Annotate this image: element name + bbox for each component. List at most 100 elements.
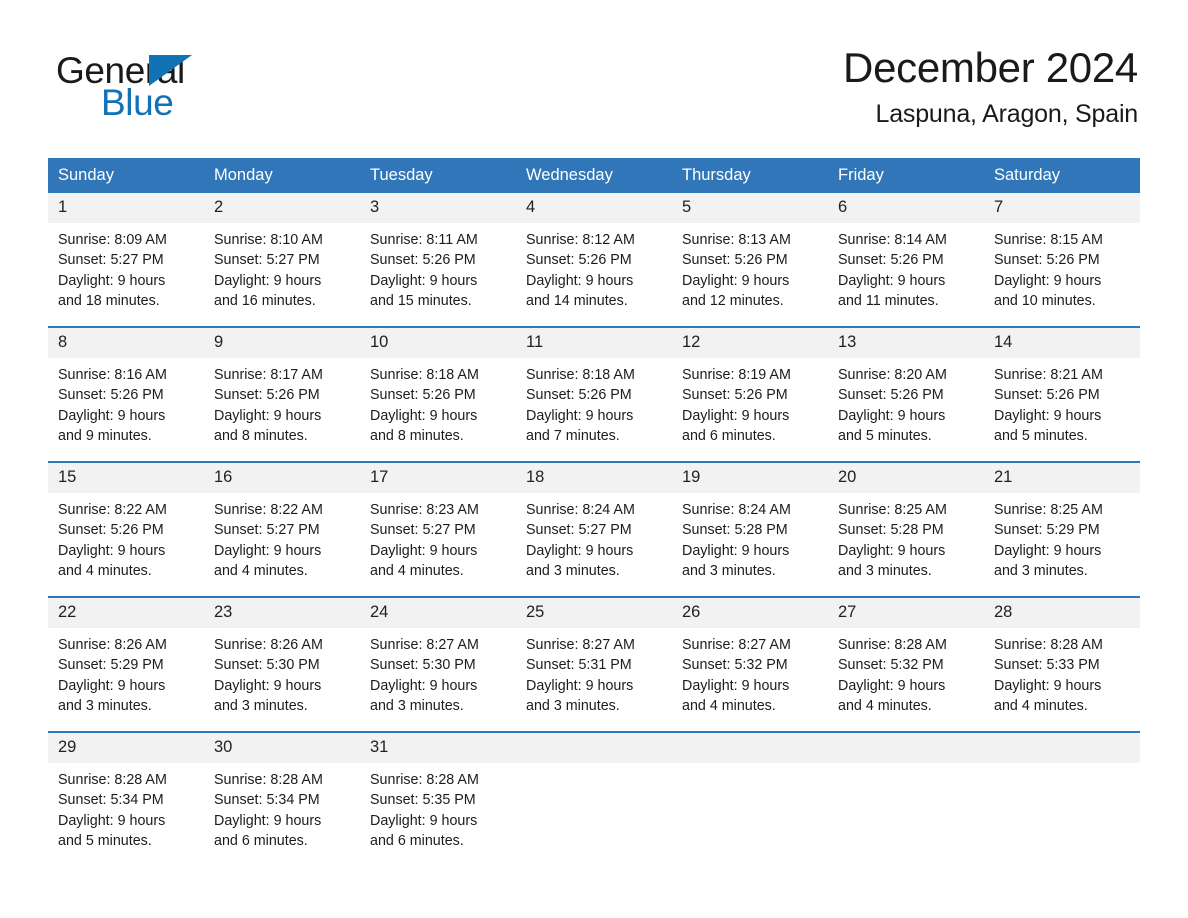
day-number[interactable]: 5 — [672, 193, 828, 223]
day-sunrise-text: Sunrise: 8:28 AM — [838, 637, 947, 653]
day-number[interactable]: 27 — [828, 596, 984, 628]
day-sunset-text: Sunset: 5:31 PM — [526, 657, 632, 674]
day-cell[interactable]: Sunrise: 8:16 AM Sunset: 5:26 PM Daylight:… — [48, 358, 204, 462]
day-number[interactable]: 3 — [360, 193, 516, 223]
day-cell-empty — [672, 763, 828, 866]
day-cell[interactable]: Sunrise: 8:27 AM Sunset: 5:30 PM Daylight:… — [360, 628, 516, 732]
day-cell[interactable]: Sunrise: 8:12 AM Sunset: 5:26 PM Daylight:… — [516, 223, 672, 327]
day-cell[interactable]: Sunrise: 8:14 AM Sunset: 5:26 PM Daylight:… — [828, 223, 984, 327]
day-cell[interactable]: Sunrise: 8:21 AM Sunset: 5:26 PM Daylight:… — [984, 358, 1140, 462]
day-number[interactable]: 1 — [48, 193, 204, 223]
weekday-header-monday: Monday — [204, 158, 360, 193]
day-cell-empty — [516, 763, 672, 866]
day-daylight1-text: Daylight: 9 hours — [58, 677, 166, 694]
day-daylight1-text: Daylight: 9 hours — [214, 677, 322, 694]
calendar-header-row: Sunday Monday Tuesday Wednesday Thursday… — [48, 158, 1140, 193]
day-number[interactable]: 24 — [360, 596, 516, 628]
day-cell[interactable]: Sunrise: 8:28 AM Sunset: 5:32 PM Daylight:… — [828, 628, 984, 732]
day-sunrise-text: Sunrise: 8:11 AM — [370, 232, 478, 248]
day-number[interactable]: 2 — [204, 193, 360, 223]
day-number[interactable]: 6 — [828, 193, 984, 223]
day-sunset-text: Sunset: 5:27 PM — [214, 252, 320, 269]
day-sunset-text: Sunset: 5:30 PM — [214, 657, 320, 674]
day-number[interactable]: 17 — [360, 461, 516, 493]
day-cell[interactable]: Sunrise: 8:28 AM Sunset: 5:33 PM Daylight:… — [984, 628, 1140, 732]
day-number[interactable]: 14 — [984, 326, 1140, 358]
day-number[interactable]: 7 — [984, 193, 1140, 223]
day-daylight2-text: and 6 minutes. — [370, 832, 464, 849]
day-number[interactable]: 12 — [672, 326, 828, 358]
day-number[interactable]: 9 — [204, 326, 360, 358]
day-cell[interactable]: Sunrise: 8:28 AM Sunset: 5:35 PM Daylight:… — [360, 763, 516, 866]
calendar-table: Sunday Monday Tuesday Wednesday Thursday… — [48, 158, 1140, 866]
day-cell[interactable]: Sunrise: 8:27 AM Sunset: 5:31 PM Daylight:… — [516, 628, 672, 732]
day-number[interactable]: 28 — [984, 596, 1140, 628]
day-cell[interactable]: Sunrise: 8:15 AM Sunset: 5:26 PM Daylight:… — [984, 223, 1140, 327]
week-detail-row: Sunrise: 8:28 AM Sunset: 5:34 PM Daylight:… — [48, 763, 1140, 866]
day-cell[interactable]: Sunrise: 8:28 AM Sunset: 5:34 PM Daylight:… — [48, 763, 204, 866]
day-number[interactable]: 23 — [204, 596, 360, 628]
day-cell[interactable]: Sunrise: 8:17 AM Sunset: 5:26 PM Daylight:… — [204, 358, 360, 462]
day-number[interactable]: 13 — [828, 326, 984, 358]
weekday-header-thursday: Thursday — [672, 158, 828, 193]
day-daylight2-text: and 6 minutes. — [214, 832, 308, 849]
day-daylight2-text: and 18 minutes. — [58, 292, 160, 309]
day-cell[interactable]: Sunrise: 8:25 AM Sunset: 5:28 PM Daylight:… — [828, 493, 984, 597]
day-number[interactable]: 4 — [516, 193, 672, 223]
day-number[interactable]: 18 — [516, 461, 672, 493]
week-detail-row: Sunrise: 8:22 AM Sunset: 5:26 PM Daylight:… — [48, 493, 1140, 597]
day-sunrise-text: Sunrise: 8:26 AM — [58, 637, 167, 653]
day-daylight1-text: Daylight: 9 hours — [994, 407, 1102, 424]
day-number[interactable]: 19 — [672, 461, 828, 493]
day-daylight1-text: Daylight: 9 hours — [526, 542, 634, 559]
day-cell[interactable]: Sunrise: 8:22 AM Sunset: 5:26 PM Daylight:… — [48, 493, 204, 597]
day-cell[interactable]: Sunrise: 8:22 AM Sunset: 5:27 PM Daylight:… — [204, 493, 360, 597]
weekday-header-friday: Friday — [828, 158, 984, 193]
day-cell[interactable]: Sunrise: 8:19 AM Sunset: 5:26 PM Daylight:… — [672, 358, 828, 462]
day-number[interactable]: 31 — [360, 731, 516, 763]
day-sunrise-text: Sunrise: 8:22 AM — [58, 502, 167, 518]
day-sunrise-text: Sunrise: 8:25 AM — [838, 502, 947, 518]
day-daylight2-text: and 3 minutes. — [214, 697, 308, 714]
day-number[interactable]: 11 — [516, 326, 672, 358]
day-number[interactable]: 21 — [984, 461, 1140, 493]
day-cell[interactable]: Sunrise: 8:10 AM Sunset: 5:27 PM Daylight:… — [204, 223, 360, 327]
day-cell[interactable]: Sunrise: 8:24 AM Sunset: 5:27 PM Daylight:… — [516, 493, 672, 597]
page-title: December 2024 — [843, 44, 1138, 91]
day-daylight2-text: and 8 minutes. — [370, 427, 464, 444]
day-cell[interactable]: Sunrise: 8:24 AM Sunset: 5:28 PM Daylight:… — [672, 493, 828, 597]
day-sunset-text: Sunset: 5:26 PM — [526, 387, 632, 404]
day-cell[interactable]: Sunrise: 8:13 AM Sunset: 5:26 PM Daylight:… — [672, 223, 828, 327]
day-cell[interactable]: Sunrise: 8:26 AM Sunset: 5:30 PM Daylight:… — [204, 628, 360, 732]
day-cell[interactable]: Sunrise: 8:18 AM Sunset: 5:26 PM Daylight:… — [516, 358, 672, 462]
day-number[interactable]: 30 — [204, 731, 360, 763]
day-cell[interactable]: Sunrise: 8:27 AM Sunset: 5:32 PM Daylight:… — [672, 628, 828, 732]
day-number-empty — [672, 731, 828, 763]
day-cell[interactable]: Sunrise: 8:09 AM Sunset: 5:27 PM Daylight:… — [48, 223, 204, 327]
day-cell[interactable]: Sunrise: 8:20 AM Sunset: 5:26 PM Daylight:… — [828, 358, 984, 462]
day-cell[interactable]: Sunrise: 8:25 AM Sunset: 5:29 PM Daylight:… — [984, 493, 1140, 597]
day-number[interactable]: 26 — [672, 596, 828, 628]
day-number[interactable]: 10 — [360, 326, 516, 358]
day-number[interactable]: 29 — [48, 731, 204, 763]
day-sunrise-text: Sunrise: 8:28 AM — [994, 637, 1103, 653]
day-cell[interactable]: Sunrise: 8:11 AM Sunset: 5:26 PM Daylight:… — [360, 223, 516, 327]
day-cell[interactable]: Sunrise: 8:18 AM Sunset: 5:26 PM Daylight:… — [360, 358, 516, 462]
page-header: General Blue December 2024 Laspuna, Arag… — [0, 0, 1188, 128]
day-number[interactable]: 20 — [828, 461, 984, 493]
day-cell[interactable]: Sunrise: 8:28 AM Sunset: 5:34 PM Daylight:… — [204, 763, 360, 866]
day-number[interactable]: 22 — [48, 596, 204, 628]
day-daylight2-text: and 3 minutes. — [838, 562, 932, 579]
day-sunset-text: Sunset: 5:29 PM — [58, 657, 164, 674]
day-number[interactable]: 15 — [48, 461, 204, 493]
day-number[interactable]: 8 — [48, 326, 204, 358]
day-sunset-text: Sunset: 5:34 PM — [58, 792, 164, 809]
day-cell[interactable]: Sunrise: 8:26 AM Sunset: 5:29 PM Daylight:… — [48, 628, 204, 732]
day-cell[interactable]: Sunrise: 8:23 AM Sunset: 5:27 PM Daylight:… — [360, 493, 516, 597]
day-number[interactable]: 16 — [204, 461, 360, 493]
day-number[interactable]: 25 — [516, 596, 672, 628]
day-daylight2-text: and 7 minutes. — [526, 427, 620, 444]
day-daylight1-text: Daylight: 9 hours — [994, 677, 1102, 694]
day-daylight1-text: Daylight: 9 hours — [526, 407, 634, 424]
day-sunrise-text: Sunrise: 8:18 AM — [526, 367, 635, 383]
